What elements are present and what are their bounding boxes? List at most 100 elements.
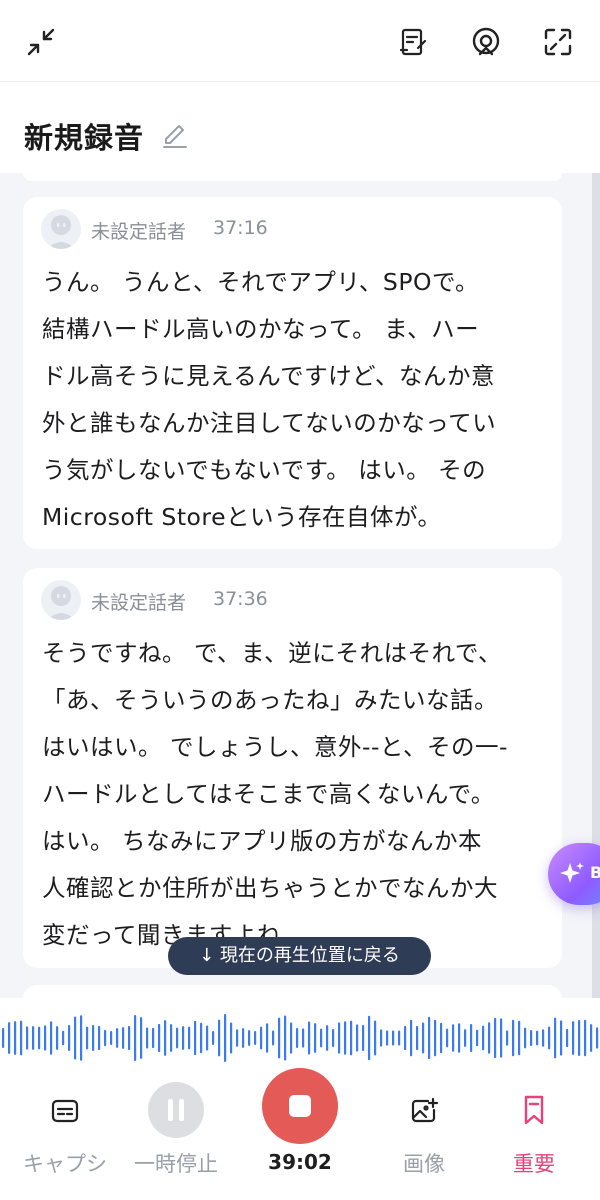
important-label: 重要 <box>513 1152 555 1176</box>
live-icon[interactable] <box>466 22 506 62</box>
waveform-bar <box>494 1017 497 1059</box>
waveform-bar <box>380 1029 383 1047</box>
waveform-bar <box>200 1022 203 1054</box>
waveform-bar <box>188 1026 191 1050</box>
caption-tab[interactable]: キャプシ <box>10 1078 120 1200</box>
transcript-line: Microsoft Storeという存在自体が。 <box>42 503 442 531</box>
waveform-bar <box>248 1030 251 1046</box>
waveform-bar <box>314 1023 317 1053</box>
waveform-bar <box>554 1017 557 1059</box>
waveform-bar <box>26 1026 29 1050</box>
waveform-bar <box>86 1026 89 1050</box>
waveform-bar <box>362 1025 365 1051</box>
waveform-bar <box>50 1021 53 1055</box>
waveform-bar <box>326 1025 329 1051</box>
fullscreen-icon[interactable] <box>538 22 578 62</box>
bottom-controls: キャプシ 一時停止 39:02 画像 重要 <box>0 1068 600 1200</box>
waveform-bar <box>368 1015 371 1061</box>
waveform[interactable] <box>0 998 600 1078</box>
transcript-line: そうですね。 で、ま、逆にそれはそれで、 <box>42 639 502 667</box>
waveform-bar <box>104 1029 107 1047</box>
pause-tab[interactable]: 一時停止 <box>121 1078 231 1200</box>
edit-icon[interactable] <box>160 119 190 149</box>
stop-icon <box>289 1095 311 1117</box>
important-tab[interactable]: 重要 <box>479 1078 589 1200</box>
timestamp[interactable]: 37:36 <box>213 588 268 610</box>
ai-button-label: B <box>590 863 600 882</box>
transcript-line: う気がしないでもないです。 はい。 その <box>42 456 487 484</box>
waveform-bar <box>284 1015 287 1061</box>
waveform-bar <box>278 1017 281 1059</box>
waveform-bar <box>266 1023 269 1053</box>
waveform-bar <box>344 1021 347 1055</box>
waveform-bar <box>206 1025 209 1051</box>
title-bar: 新規録音 <box>0 83 600 173</box>
waveform-bar <box>446 1028 449 1048</box>
waveform-bar <box>146 1027 149 1049</box>
waveform-bar <box>272 1030 275 1046</box>
waveform-bar <box>374 1020 377 1056</box>
waveform-bar <box>290 1022 293 1054</box>
speaker-name[interactable]: 未設定話者 <box>91 217 186 244</box>
bookmark-icon <box>524 1095 544 1125</box>
waveform-bar <box>578 1020 581 1056</box>
return-to-playback-button[interactable]: ↓ 現在の再生位置に戻る <box>168 937 431 975</box>
waveform-bar <box>296 1027 299 1049</box>
waveform-bar <box>338 1022 341 1054</box>
waveform-bar <box>98 1025 101 1051</box>
waveform-bar <box>548 1026 551 1050</box>
waveform-bar <box>134 1015 137 1061</box>
waveform-bar <box>38 1026 41 1050</box>
waveform-bar <box>2 1028 5 1048</box>
next-card-edge <box>23 985 562 998</box>
image-label: 画像 <box>403 1152 445 1176</box>
waveform-bar <box>572 1021 575 1055</box>
waveform-bar <box>260 1026 263 1050</box>
speaker-avatar <box>41 580 81 620</box>
waveform-bar <box>542 1029 545 1047</box>
transcript-text: うん。 うんと、それでアプリ、SPOで。 結構ハードル高いのかなって。 ま、ハー… <box>42 259 547 541</box>
waveform-bar <box>536 1030 539 1046</box>
waveform-bar <box>506 1030 509 1046</box>
speaker-name[interactable]: 未設定話者 <box>91 588 186 615</box>
waveform-bar <box>320 1028 323 1048</box>
waveform-bar <box>566 1028 569 1048</box>
waveform-bar <box>128 1025 131 1051</box>
waveform-bar <box>176 1027 179 1049</box>
transcript-line: 結構ハードル高いのかなって。 ま、ハー <box>42 315 480 343</box>
caption-label: キャプシ <box>23 1152 107 1176</box>
minimize-icon[interactable] <box>21 22 61 62</box>
timestamp[interactable]: 37:16 <box>213 217 268 239</box>
waveform-bar <box>224 1014 227 1062</box>
top-bar <box>0 0 600 82</box>
waveform-bar <box>110 1030 113 1046</box>
transcript-line: 「あ、そういうのあったね」みたいな話。 <box>42 686 498 714</box>
notes-icon[interactable] <box>393 22 433 62</box>
pause-label: 一時停止 <box>134 1152 218 1176</box>
waveform-bar <box>14 1021 17 1055</box>
add-image-icon <box>411 1097 439 1123</box>
transcript-card[interactable]: 未設定話者 37:16 うん。 うんと、それでアプリ、SPOで。 結構ハードル高… <box>23 197 562 549</box>
transcript-line: はい。 ちなみにアプリ版の方がなんか本 <box>42 827 482 855</box>
waveform-bar <box>182 1026 185 1050</box>
waveform-bar <box>44 1025 47 1051</box>
waveform-bar <box>242 1028 245 1048</box>
waveform-bar <box>170 1024 173 1052</box>
image-tab[interactable]: 画像 <box>369 1078 479 1200</box>
stop-recording-button[interactable] <box>262 1068 338 1144</box>
transcript-line: 人確認とか住所が出ちゃうとかでなんか大 <box>42 874 498 902</box>
transcript-card[interactable]: 未設定話者 37:36 そうですね。 で、ま、逆にそれはそれで、 「あ、そういう… <box>23 568 562 968</box>
waveform-bar <box>422 1022 425 1054</box>
waveform-bar <box>464 1029 467 1047</box>
waveform-bar <box>158 1023 161 1053</box>
waveform-bar <box>500 1018 503 1058</box>
transcript-scroll[interactable]: 未設定話者 37:16 うん。 うんと、それでアプリ、SPOで。 結構ハードル高… <box>0 173 600 998</box>
waveform-bar <box>62 1030 65 1046</box>
waveform-bar <box>332 1029 335 1047</box>
waveform-bar <box>440 1022 443 1054</box>
waveform-bar <box>392 1030 395 1046</box>
waveform-bar <box>20 1020 23 1056</box>
waveform-bar <box>80 1015 83 1061</box>
waveform-bar <box>140 1017 143 1059</box>
waveform-bar <box>512 1019 515 1057</box>
